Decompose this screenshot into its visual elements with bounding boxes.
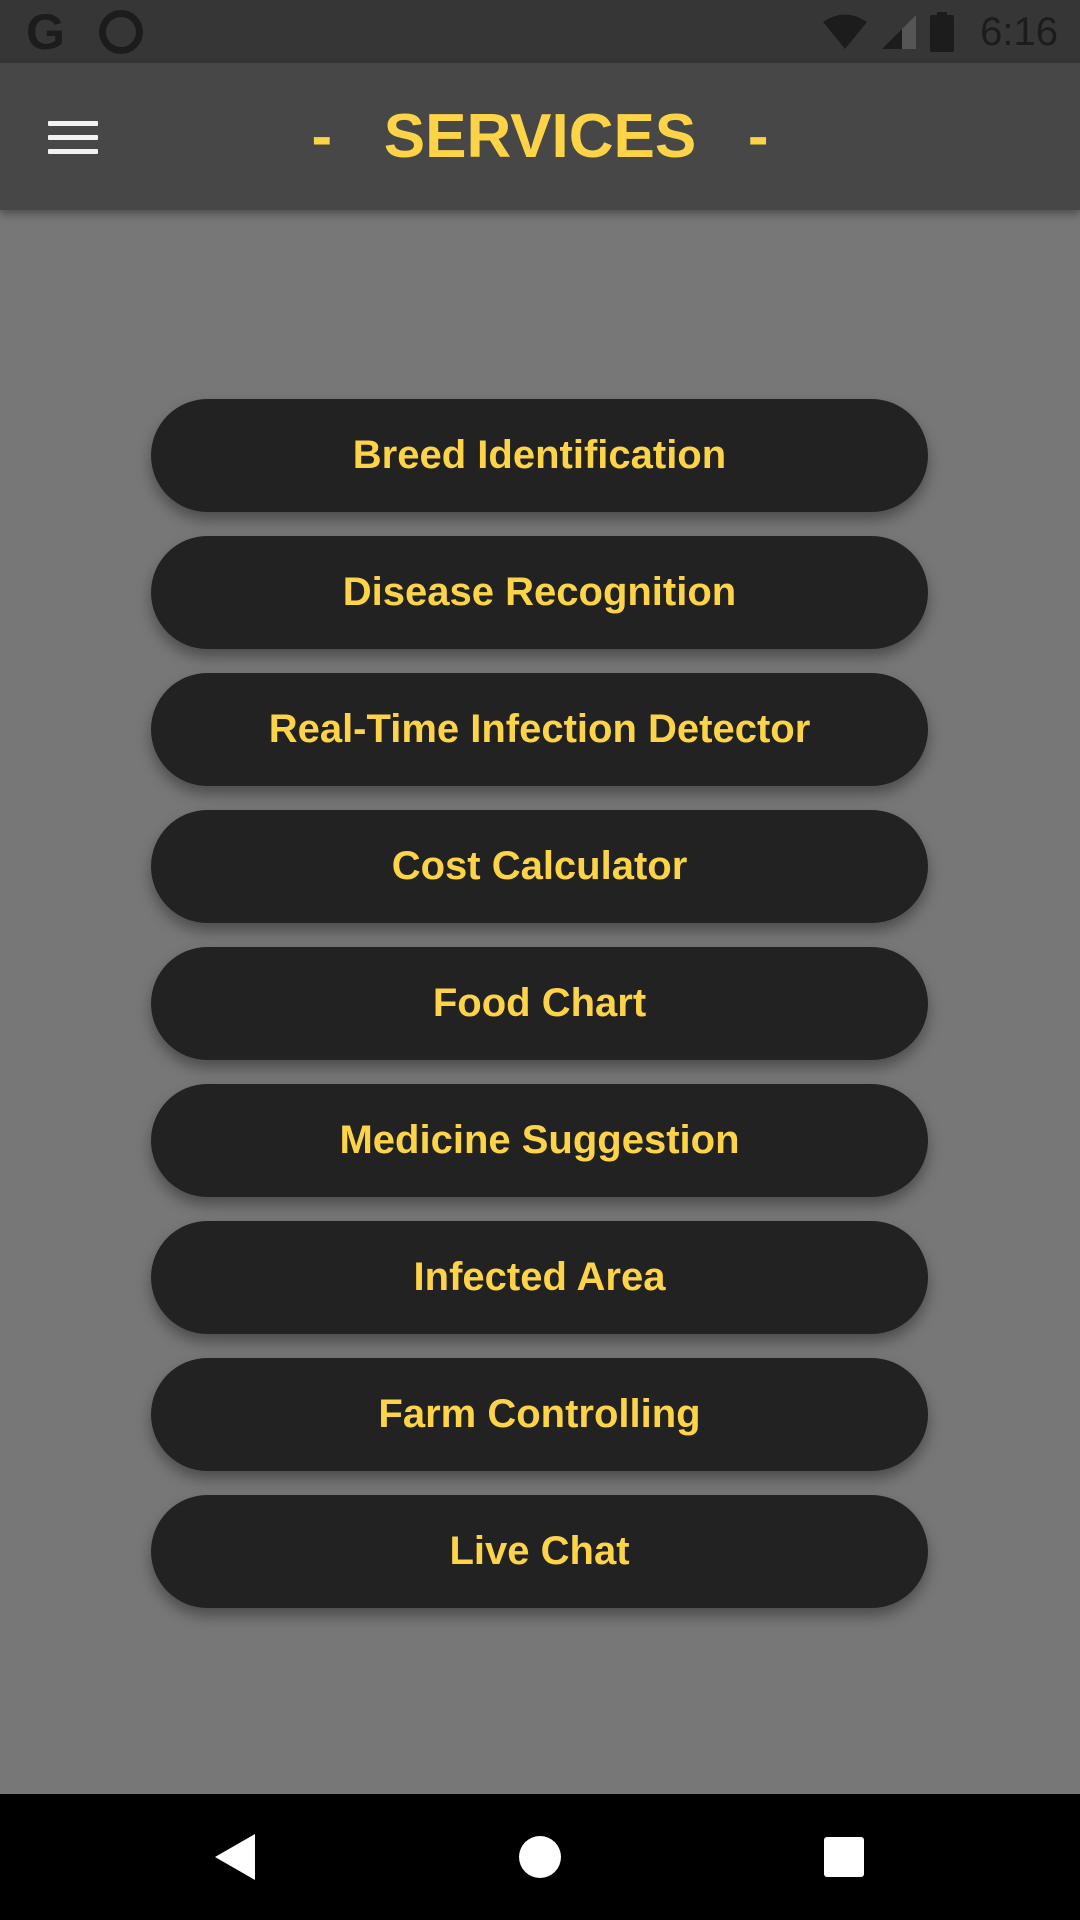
home-icon[interactable] [519, 1836, 561, 1878]
disease-recognition-button[interactable]: Disease Recognition [151, 536, 928, 649]
services-list: Breed Identification Disease Recognition… [151, 399, 928, 1632]
cost-calculator-button[interactable]: Cost Calculator [151, 810, 928, 923]
wifi-icon [823, 14, 868, 49]
app-bar: - SERVICES - [0, 63, 1080, 210]
menu-line [48, 149, 98, 154]
farm-controlling-button[interactable]: Farm Controlling [151, 1358, 928, 1471]
status-left-icons: G [26, 4, 143, 60]
status-time: 6:16 [980, 9, 1058, 54]
menu-line [48, 121, 98, 126]
status-right-icons: 6:16 [822, 6, 1058, 58]
live-chat-button[interactable]: Live Chat [151, 1495, 928, 1608]
battery-icon [930, 12, 955, 52]
medicine-suggestion-button[interactable]: Medicine Suggestion [151, 1084, 928, 1197]
services-screen: G 6:16 - SERVICES - Breed Identification… [0, 0, 1080, 1920]
recents-icon[interactable] [824, 1837, 864, 1877]
infected-area-button[interactable]: Infected Area [151, 1221, 928, 1334]
real-time-infection-detector-button[interactable]: Real-Time Infection Detector [151, 673, 928, 786]
page-title: - SERVICES - [311, 102, 769, 171]
status-bar: G 6:16 [0, 0, 1080, 63]
signal-icon [882, 15, 917, 49]
navigation-bar [0, 1794, 1080, 1920]
circle-notification-icon [98, 10, 143, 54]
back-icon[interactable] [215, 1834, 255, 1880]
hamburger-menu-icon[interactable] [48, 119, 98, 155]
breed-identification-button[interactable]: Breed Identification [151, 399, 928, 512]
google-icon: G [26, 4, 65, 60]
food-chart-button[interactable]: Food Chart [151, 947, 928, 1060]
menu-line [48, 135, 98, 140]
